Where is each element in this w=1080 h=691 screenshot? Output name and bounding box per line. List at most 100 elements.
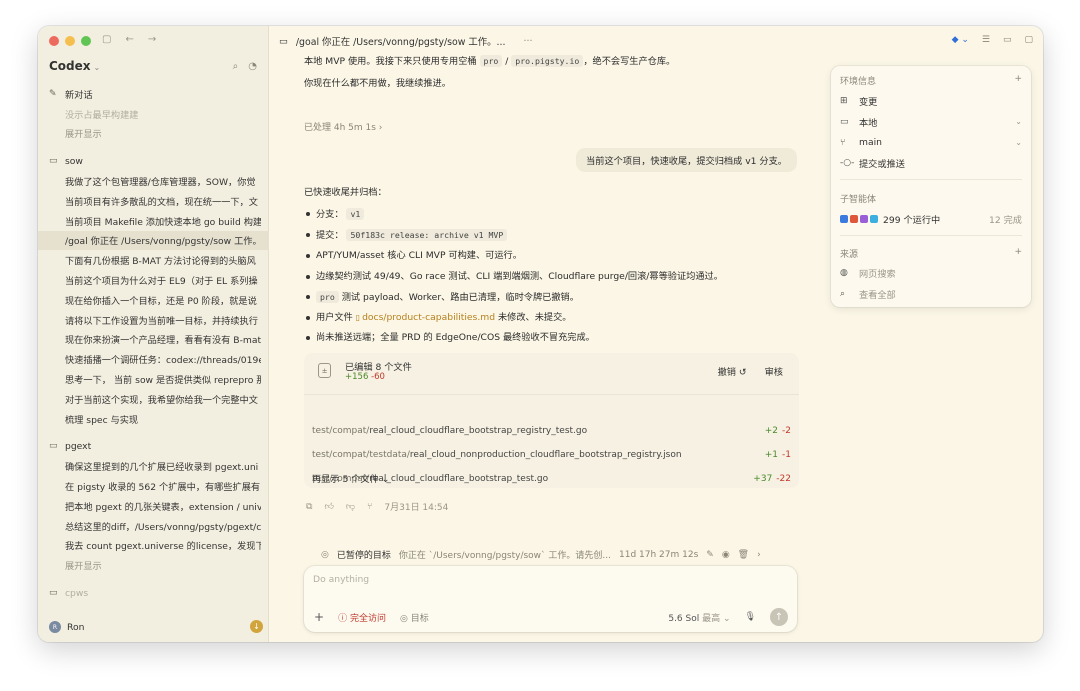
thread-item-active[interactable]: /goal 你正在 /Users/vonng/pgsty/sow 工作。请 [38, 230, 269, 251]
thread-item[interactable]: 梳理 spec 与实现 [38, 409, 269, 429]
branch-icon: ⑂ [840, 137, 846, 148]
env-local[interactable]: ▭ 本地 ⌄ [840, 114, 1022, 129]
search-icon[interactable]: ⌕ [233, 61, 239, 72]
edit-icon[interactable]: ✎ [706, 550, 714, 560]
chevron-down-icon: ⌄ [381, 474, 390, 485]
thread-item[interactable]: 把本地 pgext 的几张关键表，extension / unive [38, 496, 269, 516]
download-update-icon[interactable]: ↓ [250, 620, 263, 633]
thread-item[interactable]: 当前项目有许多散乱的文档，现在统一一下，文 [38, 191, 269, 211]
thread-item[interactable]: 思考一下， 当前 sow 是否提供类似 reprepro 那 [38, 369, 269, 389]
file-icon: ▯ [355, 313, 361, 323]
thread-item[interactable]: 确保这里提到的几个扩展已经收录到 pgext.uni [38, 456, 269, 476]
vscode-icon[interactable]: ◆ ⌄ [952, 35, 969, 45]
close-window-button[interactable] [49, 36, 59, 46]
file-row[interactable]: test/compat/real_cloud_cloudflare_bootst… [312, 426, 791, 442]
project-name: sow [65, 155, 83, 167]
thumbs-down-icon[interactable]: 👎︎ [346, 502, 355, 512]
sidepanel-icon[interactable]: ▢ [1024, 35, 1033, 45]
show-more-files-button[interactable]: 再显示 5 个文件 ⌄ [312, 471, 389, 485]
access-mode-button[interactable]: ⓘ 完全访问 [338, 611, 386, 624]
file-row[interactable]: test/compat/testdata/real_cloud_nonprodu… [312, 450, 791, 466]
app-brand[interactable]: Codex ⌄ [49, 59, 100, 73]
forward-icon[interactable]: → [148, 34, 156, 45]
message-paragraph: 本地 MVP 使用。我接下来只使用专用空桶 pro / pro.pigsty.i… [304, 55, 676, 67]
show-more-button[interactable]: 展开显示 [38, 555, 269, 575]
inline-code: pro [479, 55, 503, 67]
list-item: 尚未推送远端；全量 PRD 的 EdgeOne/COS 最终验收不冒充完成。 [304, 328, 799, 348]
thread-item[interactable]: 我去 count pgext.universe 的license，发现下 [38, 536, 269, 556]
microphone-icon[interactable]: 🎙︎ [745, 612, 756, 622]
link-icon: ⌕ [840, 288, 846, 299]
send-button[interactable]: ↑ [770, 608, 788, 626]
add-attachment-button[interactable]: + [314, 610, 324, 624]
add-icon[interactable]: + [1014, 247, 1022, 260]
minimize-window-button[interactable] [65, 36, 75, 46]
list-item[interactable]: 没示占最早构建建 [38, 104, 269, 124]
list-item: 边缘契约测试 49/49、Go race 测试、CLI 端到端烟测、Cloudf… [304, 267, 799, 287]
bell-icon[interactable]: ◔ [248, 61, 257, 72]
web-search-item[interactable]: ◍ 网页搜索 [840, 265, 1022, 280]
sidebar-actions: ⌕ ◔ [233, 61, 257, 72]
thumbs-up-icon[interactable]: 👍︎ [324, 502, 333, 512]
view-all-item[interactable]: ⌕ 查看全部 [840, 286, 1022, 301]
trash-icon[interactable]: 🗑︎ [738, 550, 749, 560]
thread-item[interactable]: 请将以下工作设置为当前唯一目标，并持续执行 [38, 310, 269, 330]
user-profile[interactable]: R Ron [49, 621, 84, 633]
thread-item[interactable]: 我做了这个包管理器/仓库管理器，SOW，你觉 [38, 171, 269, 191]
show-more-button[interactable]: 展开显示 [38, 124, 269, 144]
processed-toggle[interactable]: 已处理 4h 5m 1s › [304, 120, 382, 133]
terminal-icon[interactable]: ▭ [1003, 35, 1012, 45]
back-icon[interactable]: ← [125, 34, 133, 45]
thread-item[interactable]: 当前项目 Makefile 添加快速本地 go build 构建 [38, 211, 269, 231]
summary-title: 已快速收尾并归档： [304, 187, 387, 198]
composer-input[interactable]: Do anything [313, 574, 369, 585]
message-timestamp: 7月31日 14:54 [384, 503, 449, 513]
sidebar-toggle-icon[interactable]: ▢ [102, 34, 111, 45]
thread-item[interactable]: 当前这个项目为什么对于 EL9（对于 EL 系列操 [38, 270, 269, 290]
window-controls [49, 36, 91, 46]
edits-actions: 撤销 ↺ 审核 [714, 363, 787, 379]
composer-tools: + ⓘ 完全访问 ◎ 目标 [314, 610, 429, 624]
add-icon[interactable]: + [1014, 74, 1022, 87]
project-folder-sow[interactable]: ▭ sow [38, 151, 269, 171]
chevron-down-icon: ⌄ [723, 613, 731, 624]
more-options-button[interactable]: ··· [524, 36, 533, 47]
list-item: 用户文件 ▯ docs/product-capabilities.md 未修改、未… [304, 308, 799, 328]
thread-item[interactable]: 现在给你插入一个目标，还是 P0 阶段，就是说 [38, 290, 269, 310]
laptop-icon: ▭ [840, 116, 849, 127]
agent-avatars-icon [840, 214, 878, 223]
inline-code: 50f183c release: archive v1 MVP [346, 229, 508, 242]
chevron-right-icon[interactable]: › [757, 550, 761, 560]
zoom-window-button[interactable] [81, 36, 91, 46]
thread-item[interactable]: 在 pigsty 收录的 562 个扩展中，有哪些扩展有 [38, 476, 269, 496]
subagents-status[interactable]: 299 个运行中 12 完成 [840, 211, 1022, 226]
changes-icon: ⊞ [840, 95, 848, 106]
env-branch[interactable]: ⑂ main ⌄ [840, 135, 1022, 150]
message-paragraph: 你现在什么都不用做，我继续推进。 [304, 78, 451, 89]
new-chat-button[interactable]: ✎ 新对话 [38, 84, 269, 104]
model-selector[interactable]: 5.6 Sol 最高 ⌄ [668, 611, 730, 624]
thread-item[interactable]: 现在你来扮演一个产品经理，看看有没有 B-mat [38, 330, 269, 350]
thread-item[interactable]: 总结这里的diff，/Users/vonng/pgsty/pgext/cli [38, 516, 269, 536]
project-folder-pgext[interactable]: ▭ pgext [38, 437, 269, 457]
undo-button[interactable]: 撤销 ↺ [714, 363, 751, 379]
project-folder-cpws[interactable]: ▭ cpws [38, 583, 269, 603]
copy-icon[interactable]: ⧉ [306, 502, 312, 512]
thread-item[interactable]: 快速插播一个调研任务：codex://threads/019e [38, 349, 269, 369]
paused-goal-bar[interactable]: ◎ 已暂停的目标 你正在 `/Users/vonng/pgsty/sow` 工作… [321, 548, 761, 562]
goal-button[interactable]: ◎ 目标 [400, 611, 429, 624]
thread-item[interactable]: 下面有几份根据 B-MAT 方法讨论得到的头脑风 [38, 250, 269, 270]
thread-item[interactable]: 对于当前这个实现，我希望你给我一个完整中文 [38, 389, 269, 409]
edited-files-title: 已编辑 8 个文件 [345, 362, 412, 373]
resume-icon[interactable]: ◉ [722, 550, 730, 560]
file-link[interactable]: ▯ docs/product-capabilities.md [356, 312, 495, 323]
fork-icon[interactable]: ⑂ [367, 502, 372, 512]
env-changes[interactable]: ⊞ 变更 [840, 93, 1022, 108]
env-commit[interactable]: -○- 提交或推送 [840, 155, 1022, 170]
thread-title: /goal 你正在 /Users/vonng/pgsty/sow 工作。... [295, 37, 506, 48]
thread-list: ✎ 新对话 没示占最早构建建 展开显示 ▭ sow 我做了这个包管理器/仓库管理… [38, 84, 269, 603]
diff-panel-icon[interactable]: ☰ [982, 35, 990, 45]
goal-icon: ◎ [399, 613, 408, 624]
app-window: ▢ ← → Codex ⌄ ⌕ ◔ ✎ 新对话 没示占最早构建建 展开显示 ▭ s… [38, 26, 1043, 642]
review-button[interactable]: 审核 [761, 363, 787, 379]
